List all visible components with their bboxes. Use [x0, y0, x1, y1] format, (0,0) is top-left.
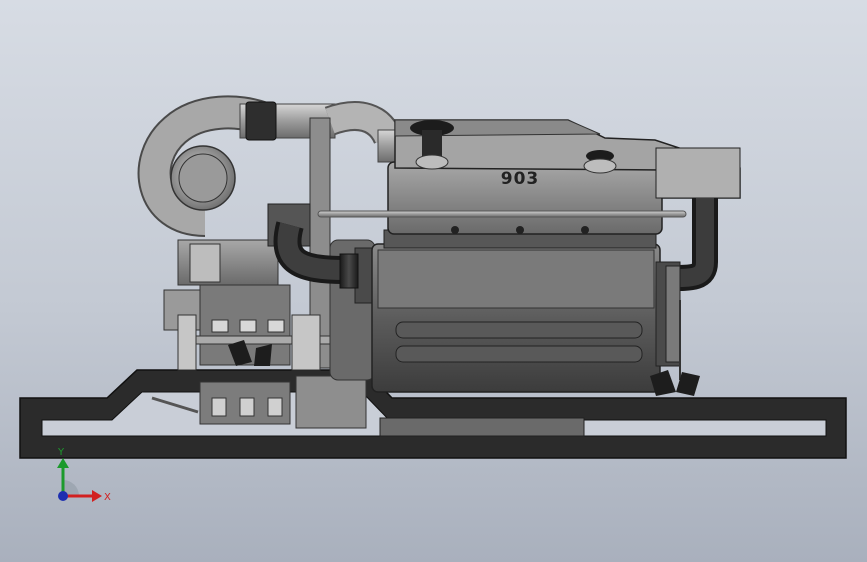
- engine-model-view[interactable]: 903 Y X: [0, 0, 867, 562]
- x-axis-label: X: [104, 492, 111, 503]
- cylinder-head[interactable]: 903: [387, 161, 663, 235]
- turbocharger[interactable]: [137, 95, 403, 237]
- front-pulley[interactable]: [655, 261, 681, 380]
- engine-block[interactable]: [371, 229, 661, 393]
- breather-cap[interactable]: [583, 150, 617, 174]
- y-axis-label: Y: [57, 447, 65, 458]
- engine-mount-right[interactable]: [650, 370, 700, 396]
- z-axis-dot: [58, 491, 68, 501]
- fuel-rail[interactable]: [317, 210, 687, 218]
- engine-model-label: 903: [501, 169, 540, 189]
- cad-viewport[interactable]: 903 Y X: [0, 0, 867, 562]
